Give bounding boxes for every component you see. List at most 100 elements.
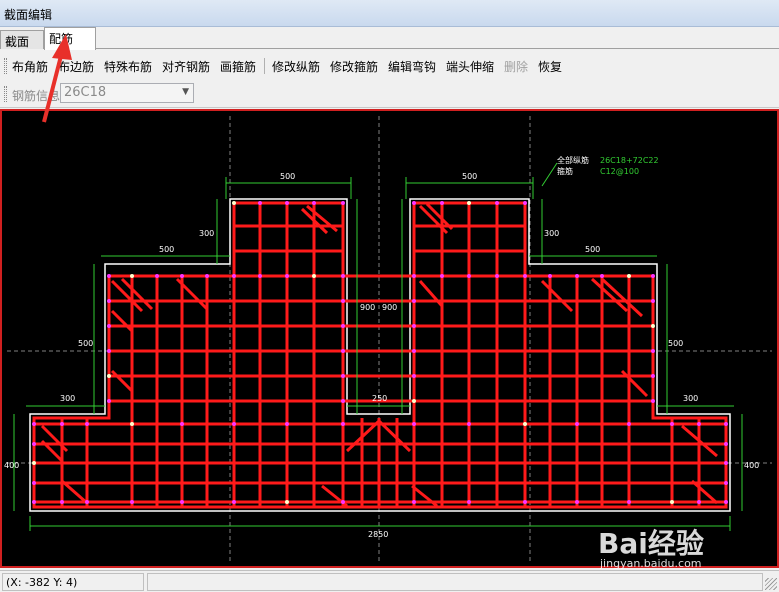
rebar-dot xyxy=(232,422,236,426)
rebar-dot xyxy=(32,442,36,446)
rebar-dot xyxy=(575,500,579,504)
dim-left-flange: 300 xyxy=(60,394,75,403)
rebar-dot xyxy=(412,500,416,504)
rebar-dot xyxy=(32,481,36,485)
rebar-dot xyxy=(341,374,345,378)
rebar-dot xyxy=(724,422,728,426)
chevron-down-icon[interactable]: ▼ xyxy=(182,87,189,97)
rebar-dot xyxy=(180,422,184,426)
rebar-dot xyxy=(600,274,604,278)
dim-right-bottom-height: 400 xyxy=(744,461,759,470)
rebar-dot xyxy=(440,201,444,205)
rebar-dot xyxy=(205,274,209,278)
annotation-arrow-icon xyxy=(42,34,72,123)
edit-longitudinal-button[interactable]: 修改纵筋 xyxy=(272,58,320,75)
rebar-dot xyxy=(724,461,728,465)
rebar-dot xyxy=(724,481,728,485)
rebar-dot xyxy=(627,274,631,278)
toolbar: 布角筋 布边筋 特殊布筋 对齐钢筋 画箍筋 修改纵筋 修改箍筋 编辑弯钩 端头伸… xyxy=(0,50,779,80)
dim-right-step-height: 300 xyxy=(544,229,559,238)
rebar-dot xyxy=(412,324,416,328)
rebar-dot xyxy=(285,500,289,504)
dim-gap-right-height: 900 xyxy=(382,303,397,312)
rebar-dot xyxy=(523,201,527,205)
drawing-canvas[interactable]: 500 500 300 300 500 500 500 500 300 300 … xyxy=(0,109,779,568)
rebar-dot xyxy=(285,201,289,205)
dim-top-left-width: 500 xyxy=(280,172,295,181)
section-drawing[interactable]: 500 500 300 300 500 500 500 500 300 300 … xyxy=(2,111,777,566)
rebar-dot xyxy=(232,274,236,278)
rebar-dot xyxy=(548,274,552,278)
legend-stirrup-value: C12@100 xyxy=(600,167,639,176)
rebar-dot xyxy=(627,500,631,504)
rebar-dot xyxy=(107,399,111,403)
dim-gap-width: 250 xyxy=(372,394,387,403)
rebar-info-select[interactable]: 26C18 ▼ xyxy=(60,83,194,103)
rebar-dot xyxy=(575,274,579,278)
rebar-dot xyxy=(627,422,631,426)
edit-stirrup-button[interactable]: 修改箍筋 xyxy=(330,58,378,75)
rebar-dot xyxy=(467,201,471,205)
rebar-dot xyxy=(258,201,262,205)
rebar-dot xyxy=(651,349,655,353)
rebar-dot xyxy=(107,374,111,378)
coordinate-readout: (X: -382 Y: 4) xyxy=(2,573,144,591)
rebar-dot xyxy=(130,422,134,426)
toolbar-grip[interactable] xyxy=(4,86,7,102)
rebar-dot xyxy=(341,500,345,504)
title-bar: 截面编辑 xyxy=(0,0,779,27)
draw-stirrup-button[interactable]: 画箍筋 xyxy=(220,58,256,75)
dim-right-step-width: 500 xyxy=(585,245,600,254)
rebar-dot xyxy=(724,442,728,446)
rebar-dot xyxy=(523,274,527,278)
end-extend-button[interactable]: 端头伸缩 xyxy=(446,58,494,75)
rebar-dot xyxy=(651,274,655,278)
resize-grip-icon[interactable] xyxy=(765,578,777,590)
rebar-dot xyxy=(341,399,345,403)
rebar-dot xyxy=(85,500,89,504)
rebar-dot xyxy=(523,422,527,426)
rebar-dot xyxy=(412,299,416,303)
rebar-dot xyxy=(341,422,345,426)
align-rebar-button[interactable]: 对齐钢筋 xyxy=(162,58,210,75)
rebar-dot xyxy=(651,299,655,303)
dim-left-step-height: 300 xyxy=(199,229,214,238)
dim-left-bottom-height: 400 xyxy=(4,461,19,470)
legend-stirrup-label: 箍筋 xyxy=(557,166,573,176)
rebar-dot xyxy=(412,201,416,205)
rebar-dot xyxy=(697,422,701,426)
rebar-dot xyxy=(523,500,527,504)
rebar-dot xyxy=(412,349,416,353)
window-title: 截面编辑 xyxy=(4,8,53,22)
toolbar-grip[interactable] xyxy=(4,58,7,74)
rebar-dot xyxy=(467,500,471,504)
rebar-dot xyxy=(60,422,64,426)
rebar-dot xyxy=(495,201,499,205)
rebar-dot xyxy=(670,500,674,504)
rebar-dot xyxy=(651,324,655,328)
rebar-dot xyxy=(341,324,345,328)
rebar-dot xyxy=(341,299,345,303)
rebar-dot xyxy=(575,422,579,426)
legend-values: 26C18+72C22 C12@100 xyxy=(600,156,659,176)
rebar-dot xyxy=(107,324,111,328)
rebar-dot xyxy=(440,274,444,278)
rebar-dot xyxy=(232,201,236,205)
edit-hook-button[interactable]: 编辑弯钩 xyxy=(388,58,436,75)
delete-button[interactable]: 删除 xyxy=(504,58,528,75)
restore-button[interactable]: 恢复 xyxy=(538,58,562,75)
legend-all-rebar-label: 全部纵筋 xyxy=(557,155,589,165)
rebar-dot xyxy=(467,422,471,426)
rebar-dot xyxy=(651,399,655,403)
rebar-info-bar: 钢筋信息 26C18 ▼ xyxy=(0,80,779,108)
rebar-dot xyxy=(107,349,111,353)
rebar-dot xyxy=(312,274,316,278)
dim-left-step-width: 500 xyxy=(159,245,174,254)
rebar-dot xyxy=(697,500,701,504)
dim-right-mid-height: 500 xyxy=(668,339,683,348)
rebar-dot xyxy=(412,274,416,278)
legend-all-rebar-value: 26C18+72C22 xyxy=(600,156,659,165)
special-rebar-button[interactable]: 特殊布筋 xyxy=(104,58,152,75)
rebar-dot xyxy=(107,274,111,278)
rebar-dot xyxy=(724,500,728,504)
